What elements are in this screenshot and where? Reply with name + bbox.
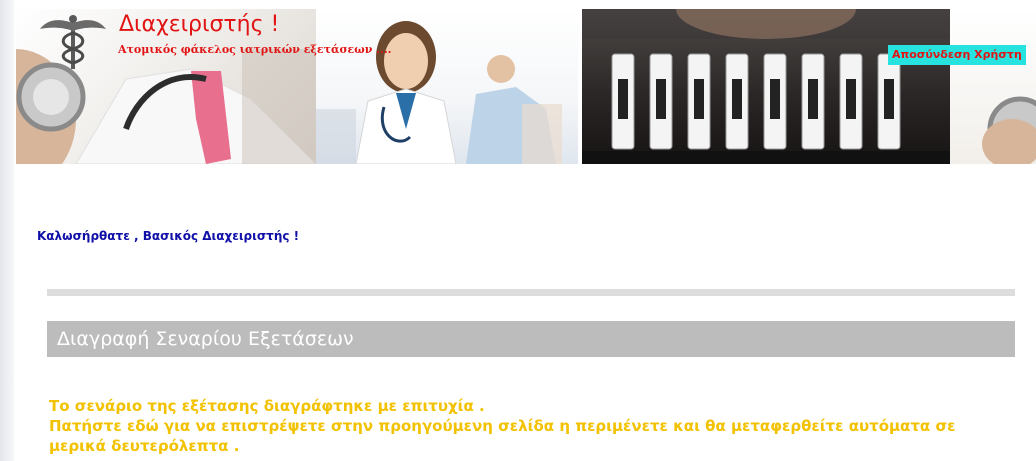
welcome-message: Καλωσήρθατε , Βασικός Διαχειριστής ! [37,229,300,243]
status-message-line1: Το σενάριο της εξέτασης διαγράφτηκε με ε… [49,397,485,415]
banner-photo-medical-staff [316,9,578,164]
status-message-suffix: για να επιστρέψετε στην προηγούμενη σελί… [49,417,956,455]
logout-button[interactable]: Αποσύνδεση Χρήστη [888,45,1026,65]
status-message-prefix: Πατήστε [49,417,127,435]
section-title: Διαγραφή Σεναρίου Εξετάσεων [47,321,1015,357]
caduceus-icon [40,15,106,69]
status-message: Το σενάριο της εξέτασης διαγράφτηκε με ε… [49,396,1009,456]
banner-photo-doctor-partial [950,9,1036,164]
app-title: Διαχειριστής ! [119,12,280,37]
return-link[interactable]: εδώ [127,417,159,435]
content-divider [47,289,1015,296]
page-left-border [0,0,14,461]
banner-photo-test-tubes [582,9,950,164]
header-banner: Διαχειριστής ! Ατομικός φάκελος ιατρικών… [16,9,1036,164]
app-subtitle: Ατομικός φάκελος ιατρικών εξετάσεων .... [118,43,392,56]
